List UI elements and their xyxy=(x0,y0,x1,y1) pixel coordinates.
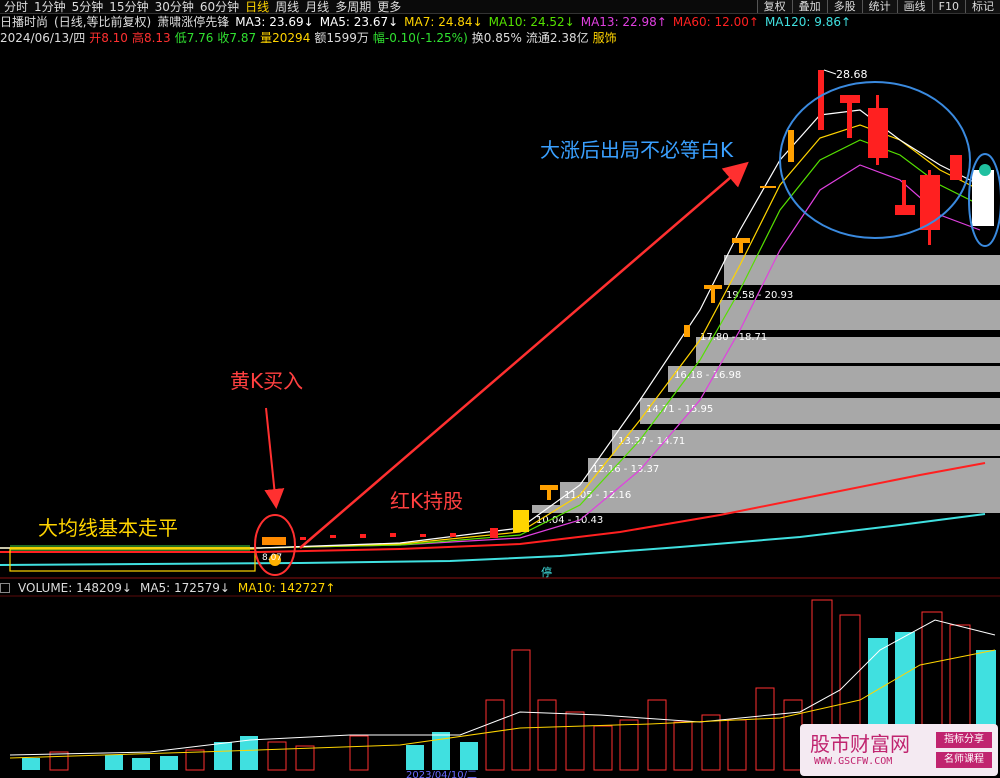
exit-circle xyxy=(779,81,971,239)
flat-ma-note: 大均线基本走平 xyxy=(38,516,178,540)
volume-bar xyxy=(349,735,369,771)
volume-bar xyxy=(537,699,557,771)
candle xyxy=(360,534,366,538)
top-candles xyxy=(818,70,962,245)
candle xyxy=(450,533,456,537)
yellow-buy-note: 黄K买入 xyxy=(230,369,303,393)
volume-bar xyxy=(673,721,693,771)
volume-bar xyxy=(267,741,287,771)
candle xyxy=(788,130,794,162)
limit-up-candle xyxy=(513,510,529,532)
vol-ma5-value: MA5: 172579↓ xyxy=(139,580,230,595)
buy-price: 8.07 xyxy=(262,553,282,563)
white-candle xyxy=(972,170,994,226)
volume-bar xyxy=(755,687,775,771)
volume-bar xyxy=(185,749,205,771)
watermark-url: WWW.GSCFW.COM xyxy=(814,756,893,767)
candle xyxy=(732,238,750,243)
candle xyxy=(876,95,879,165)
volume-bar xyxy=(214,742,232,770)
volume-bar xyxy=(432,732,450,770)
volume-bar xyxy=(565,711,585,771)
candle xyxy=(760,186,776,188)
range-label: 10.04 - 10.43 xyxy=(536,515,603,526)
range-label: 13.37 - 14.71 xyxy=(618,436,685,447)
range-label: 16.18 - 16.98 xyxy=(674,370,741,381)
volume-bar xyxy=(485,699,505,771)
candle xyxy=(704,285,722,289)
candle xyxy=(711,289,715,303)
candle xyxy=(950,155,962,180)
volume-value: VOLUME: 148209↓ xyxy=(18,580,132,595)
vol-ma10-value: MA10: 142727↑ xyxy=(237,580,336,595)
candle xyxy=(420,534,426,537)
volume-bar xyxy=(460,742,478,770)
volume-bar xyxy=(727,719,747,771)
candle xyxy=(818,70,824,130)
site-watermark: 股市财富网 WWW.GSCFW.COM 指标分享 名师课程 xyxy=(800,724,998,776)
date-axis-label: 2023/04/10/二 xyxy=(406,770,477,778)
volume-bar xyxy=(295,745,315,771)
red-hold-note: 红K持股 xyxy=(390,489,463,513)
volume-bar xyxy=(49,751,69,771)
volume-bar xyxy=(619,719,639,771)
range-label: 14.71 - 15.95 xyxy=(646,404,713,415)
candle xyxy=(390,533,396,537)
candle xyxy=(739,243,743,253)
peak-pointer xyxy=(823,69,837,75)
range-band xyxy=(720,300,1000,330)
candle xyxy=(847,103,852,138)
candle xyxy=(547,490,551,500)
volume-bar xyxy=(701,714,721,771)
volume-bar xyxy=(160,756,178,770)
watermark-tag: 名师课程 xyxy=(936,752,992,768)
signal-icon xyxy=(979,164,991,176)
limit-up-mark: 停 xyxy=(541,565,552,579)
candle xyxy=(540,485,558,490)
volume-bar xyxy=(593,725,613,771)
volume-toggle-icon[interactable] xyxy=(0,582,10,593)
volume-bar xyxy=(132,758,150,770)
candle xyxy=(928,170,931,245)
candle xyxy=(684,325,690,337)
volume-bar xyxy=(511,649,531,771)
buy-arrow xyxy=(264,407,285,509)
volume-bar xyxy=(406,745,424,770)
volume-bar xyxy=(22,758,40,770)
candle xyxy=(840,95,860,103)
watermark-title: 股市财富网 xyxy=(810,732,910,756)
candle xyxy=(300,537,306,540)
candle xyxy=(902,180,906,215)
volume-info-row: VOLUME: 148209↓ MA5: 172579↓ MA10: 14272… xyxy=(0,580,335,595)
range-label: 12.16 - 13.37 xyxy=(592,464,659,475)
candle xyxy=(490,528,498,538)
peak-price: 28.68 xyxy=(836,68,868,81)
watermark-tag: 指标分享 xyxy=(936,732,992,748)
kline-chart[interactable]: 10.04 - 10.43 11.05 - 12.16 12.16 - 13.3… xyxy=(0,0,1000,778)
volume-bar xyxy=(647,699,667,771)
exit-note: 大涨后出局不必等白K xyxy=(540,138,734,162)
candle xyxy=(330,535,336,538)
yellow-buy-candle xyxy=(262,537,286,545)
volume-bar xyxy=(105,755,123,770)
consolidation-candles xyxy=(10,545,250,551)
